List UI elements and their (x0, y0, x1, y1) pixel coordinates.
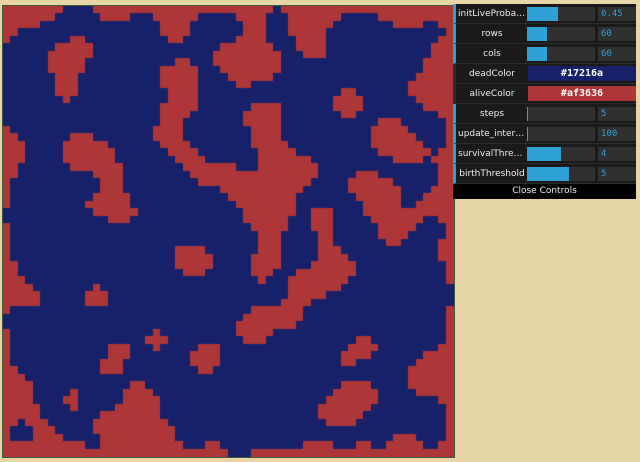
survival-threshold-slider[interactable] (527, 146, 595, 161)
alive-color-picker[interactable]: #af3636 (528, 86, 636, 101)
slider-fill (527, 106, 529, 121)
init-live-probability-slider[interactable] (527, 6, 595, 21)
update-interval-input[interactable]: 100 (598, 126, 636, 141)
control-label: deadColor (469, 68, 515, 79)
control-dead-color[interactable]: deadColor #17216a (453, 64, 636, 84)
rows-input[interactable]: 60 (598, 26, 636, 41)
close-controls-button[interactable]: Close Controls (453, 184, 636, 199)
slider-fill (527, 46, 548, 61)
slider-fill (527, 146, 561, 161)
controls-panel: initLiveProbabil... 0.45 rows 60 cols 60… (453, 4, 636, 199)
cellular-automaton-grid (2, 5, 455, 458)
control-rows[interactable]: rows 60 (453, 24, 636, 44)
steps-slider[interactable] (527, 106, 595, 121)
control-init-live-probability[interactable]: initLiveProbabil... 0.45 (453, 4, 636, 24)
dead-color-picker[interactable]: #17216a (528, 66, 636, 81)
control-label: aliveColor (469, 88, 515, 99)
slider-fill (527, 166, 570, 181)
control-cols[interactable]: cols 60 (453, 44, 636, 64)
rows-slider[interactable] (527, 26, 595, 41)
control-steps[interactable]: steps 5 (453, 104, 636, 124)
control-label: birthThreshold (459, 168, 525, 179)
control-label: cols (483, 48, 501, 59)
control-label: initLiveProbabil... (458, 8, 526, 19)
slider-fill (527, 26, 548, 41)
control-label: survivalThreshold (458, 148, 526, 159)
control-update-interval[interactable]: update_interval 100 (453, 124, 636, 144)
control-birth-threshold[interactable]: birthThreshold 5 (453, 164, 636, 184)
cols-slider[interactable] (527, 46, 595, 61)
update-interval-slider[interactable] (527, 126, 595, 141)
control-label: steps (479, 108, 505, 119)
control-alive-color[interactable]: aliveColor #af3636 (453, 84, 636, 104)
init-live-probability-input[interactable]: 0.45 (598, 6, 636, 21)
control-label: update_interval (458, 128, 526, 139)
steps-input[interactable]: 5 (598, 106, 636, 121)
survival-threshold-input[interactable]: 4 (598, 146, 636, 161)
control-survival-threshold[interactable]: survivalThreshold 4 (453, 144, 636, 164)
slider-fill (527, 126, 529, 141)
birth-threshold-input[interactable]: 5 (598, 166, 636, 181)
control-label: rows (481, 28, 503, 39)
cols-input[interactable]: 60 (598, 46, 636, 61)
birth-threshold-slider[interactable] (527, 166, 595, 181)
slider-fill (527, 6, 558, 21)
